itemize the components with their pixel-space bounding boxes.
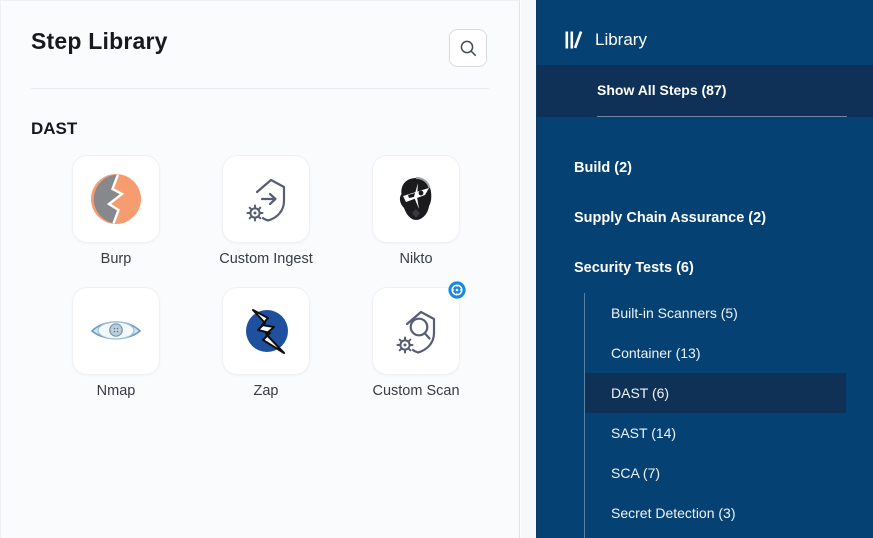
custom-scan-icon (390, 305, 442, 357)
step-label: Custom Ingest (219, 251, 313, 267)
nav-item-dast[interactable]: DAST (6) (585, 373, 846, 413)
step-card (73, 156, 159, 242)
step-card (223, 156, 309, 242)
step-label: Nikto (399, 251, 432, 267)
sidebar-header: Library (537, 0, 873, 59)
panel-gap (521, 0, 536, 538)
step-tile-custom-ingest[interactable]: Custom Ingest (191, 156, 341, 267)
search-button[interactable] (449, 29, 487, 67)
steps-grid: Burp (41, 156, 491, 399)
gear-glyph (247, 205, 264, 222)
gear-glyph (397, 337, 414, 354)
burp-logo (90, 173, 142, 225)
nav-item-supply-chain-assurance[interactable]: Supply Chain Assurance (2) (537, 193, 873, 243)
nikto-logo (392, 175, 440, 223)
step-card (223, 288, 309, 374)
section-heading-dast: DAST (31, 119, 77, 139)
nav-item-secret-detection[interactable]: Secret Detection (3) (585, 493, 846, 533)
nav-item-sca[interactable]: SCA (7) (585, 453, 846, 493)
step-tile-nmap[interactable]: Nmap (41, 288, 191, 399)
step-library-panel: Step Library DAST Burp (0, 0, 520, 538)
search-icon (459, 39, 478, 58)
nav-item-built-in-scanners[interactable]: Built-in Scanners (5) (585, 293, 846, 333)
show-all-steps-item[interactable]: Show All Steps (87) (537, 65, 873, 117)
integration-wheel-badge-icon (448, 281, 466, 299)
custom-ingest-icon (240, 173, 292, 225)
sidebar-title: Library (595, 30, 647, 50)
step-label: Zap (254, 383, 279, 399)
zap-logo (240, 305, 292, 357)
step-tile-burp[interactable]: Burp (41, 156, 191, 267)
show-all-steps-label: Show All Steps (87) (597, 65, 726, 116)
step-library-page: Step Library DAST Burp (0, 0, 873, 538)
category-nav: Build (2) Supply Chain Assurance (2) Sec… (537, 117, 873, 538)
step-label: Custom Scan (372, 383, 459, 399)
step-tile-custom-scan[interactable]: Custom Scan (341, 288, 491, 399)
library-sidebar: Library Show All Steps (87) Build (2) Su… (536, 0, 873, 538)
step-tile-nikto[interactable]: Nikto (341, 156, 491, 267)
step-card (373, 288, 459, 374)
security-tests-subnav: Built-in Scanners (5) Container (13) DAS… (584, 293, 846, 538)
nav-item-security-tests[interactable]: Security Tests (6) (537, 243, 873, 293)
header-divider (31, 88, 489, 89)
step-label: Burp (101, 251, 132, 267)
nmap-logo (89, 314, 143, 348)
library-icon (564, 30, 584, 50)
page-title: Step Library (31, 28, 168, 55)
step-label: Nmap (97, 383, 136, 399)
nav-item-build[interactable]: Build (2) (537, 143, 873, 193)
step-tile-zap[interactable]: Zap (191, 288, 341, 399)
step-card (73, 288, 159, 374)
nav-item-sast[interactable]: SAST (14) (585, 413, 846, 453)
nav-item-container[interactable]: Container (13) (585, 333, 846, 373)
step-card (373, 156, 459, 242)
